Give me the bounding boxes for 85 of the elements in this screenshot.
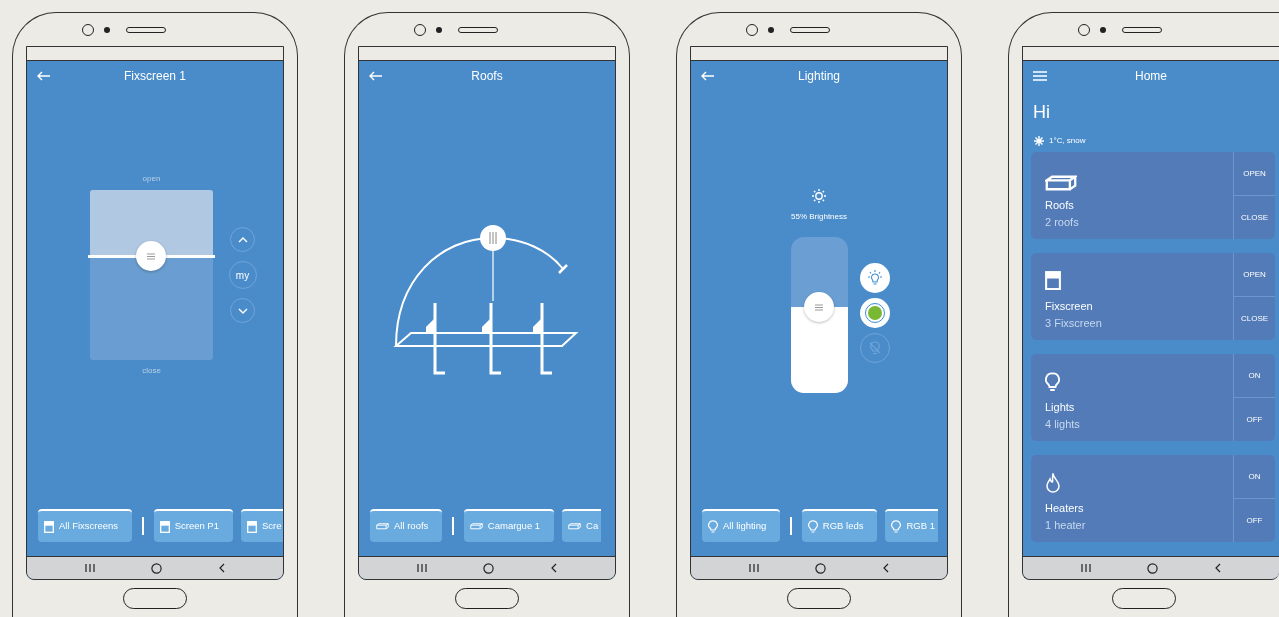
back-icon[interactable] bbox=[550, 563, 557, 573]
card-action-button[interactable]: OPEN bbox=[1234, 253, 1275, 296]
card-action-button[interactable]: OFF bbox=[1234, 397, 1275, 441]
screen-icon bbox=[44, 520, 54, 533]
slider-handle[interactable] bbox=[804, 292, 834, 323]
device-tab[interactable]: Scre bbox=[241, 509, 283, 542]
screen-icon bbox=[159, 520, 170, 533]
light-mode-button[interactable] bbox=[859, 298, 890, 328]
chevron-up-icon bbox=[237, 236, 248, 243]
brightness-slider[interactable] bbox=[790, 237, 848, 393]
card-subtitle: 4 lights bbox=[1045, 416, 1081, 432]
bulb-off-icon bbox=[867, 340, 882, 356]
box-icon bbox=[1045, 175, 1077, 191]
card-subtitle: 3 Fixscreen bbox=[1045, 315, 1103, 331]
box-icon bbox=[376, 523, 389, 530]
box-icon bbox=[469, 523, 483, 530]
sensor-icon bbox=[104, 26, 110, 33]
card-title: Fixscreen bbox=[1045, 299, 1094, 314]
speaker-icon bbox=[1122, 26, 1162, 33]
screen-title: Home bbox=[1134, 68, 1168, 85]
slider-handle[interactable] bbox=[480, 225, 506, 251]
back-icon[interactable] bbox=[1214, 563, 1221, 573]
card-subtitle: 1 heater bbox=[1045, 517, 1087, 533]
weather-text: 1°C, snow bbox=[1049, 135, 1086, 147]
card-action-button[interactable]: CLOSE bbox=[1234, 195, 1275, 239]
back-icon[interactable] bbox=[218, 563, 225, 573]
light-mode-button[interactable] bbox=[859, 263, 890, 293]
bulb-icon bbox=[891, 520, 902, 533]
back-arrow-icon[interactable] bbox=[701, 71, 715, 81]
slider-handle[interactable] bbox=[136, 241, 166, 272]
card-action-button[interactable]: ON bbox=[1234, 354, 1275, 397]
home-icon[interactable] bbox=[483, 562, 495, 574]
snowflake-icon bbox=[1034, 136, 1044, 146]
card-action-button[interactable]: OPEN bbox=[1234, 152, 1275, 195]
card-action-button[interactable]: CLOSE bbox=[1234, 296, 1275, 340]
back-icon[interactable] bbox=[882, 563, 889, 573]
screen-title: Lighting bbox=[796, 68, 841, 85]
screen-title: Roofs bbox=[470, 68, 504, 85]
screen-icon bbox=[1045, 271, 1061, 291]
device-tab[interactable]: All lighting bbox=[702, 509, 781, 542]
card-title: Lights bbox=[1045, 400, 1076, 415]
recent-apps-icon[interactable] bbox=[749, 563, 760, 573]
recent-apps-icon[interactable] bbox=[85, 563, 96, 573]
sensor-icon bbox=[436, 26, 442, 33]
device-tab[interactable]: RGB leds bbox=[801, 509, 878, 542]
device-tab[interactable]: All Fixscreens bbox=[38, 509, 133, 542]
home-icon[interactable] bbox=[815, 562, 827, 574]
device-tab[interactable]: Screen P1 bbox=[153, 509, 233, 542]
bulb-icon bbox=[1045, 372, 1060, 392]
chevron-down-icon bbox=[237, 307, 248, 314]
speaker-icon bbox=[790, 26, 830, 33]
speaker-icon bbox=[126, 26, 166, 33]
sensor-icon bbox=[768, 26, 774, 33]
greeting: Hi bbox=[1032, 101, 1051, 121]
grip-icon bbox=[147, 252, 155, 260]
open-label: open bbox=[141, 173, 162, 185]
device-tab[interactable]: All roofs bbox=[370, 509, 443, 542]
screen-icon bbox=[247, 520, 257, 533]
bulb-icon bbox=[708, 520, 718, 533]
card-action-button[interactable]: OFF bbox=[1234, 498, 1275, 542]
back-arrow-icon[interactable] bbox=[37, 71, 51, 81]
device-tab[interactable]: Camargue 1 bbox=[463, 509, 555, 542]
card-action-button[interactable]: ON bbox=[1234, 455, 1275, 498]
grip-icon bbox=[815, 303, 823, 311]
card-title: Heaters bbox=[1045, 501, 1085, 516]
screen-title: Fixscreen 1 bbox=[123, 68, 187, 85]
home-icon[interactable] bbox=[151, 562, 163, 574]
recent-apps-icon[interactable] bbox=[417, 563, 428, 573]
recent-apps-icon[interactable] bbox=[1081, 563, 1092, 573]
card-title: Roofs bbox=[1045, 198, 1075, 213]
back-arrow-icon[interactable] bbox=[369, 71, 383, 81]
home-icon[interactable] bbox=[1147, 562, 1159, 574]
flame-icon bbox=[1045, 473, 1061, 493]
speaker-icon bbox=[458, 26, 498, 33]
sun-icon bbox=[812, 189, 826, 203]
menu-icon[interactable] bbox=[1033, 71, 1047, 81]
sensor-icon bbox=[1100, 26, 1106, 33]
close-label: close bbox=[141, 365, 162, 377]
bulb-icon bbox=[807, 520, 818, 533]
card-subtitle: 2 roofs bbox=[1045, 214, 1080, 230]
bulb-icon bbox=[866, 270, 883, 286]
device-tab[interactable]: Ca bbox=[562, 509, 602, 542]
brightness-label: 55% Brightness bbox=[791, 211, 847, 223]
device-tab[interactable]: RGB 1 bbox=[885, 509, 938, 542]
box-icon bbox=[568, 523, 582, 530]
